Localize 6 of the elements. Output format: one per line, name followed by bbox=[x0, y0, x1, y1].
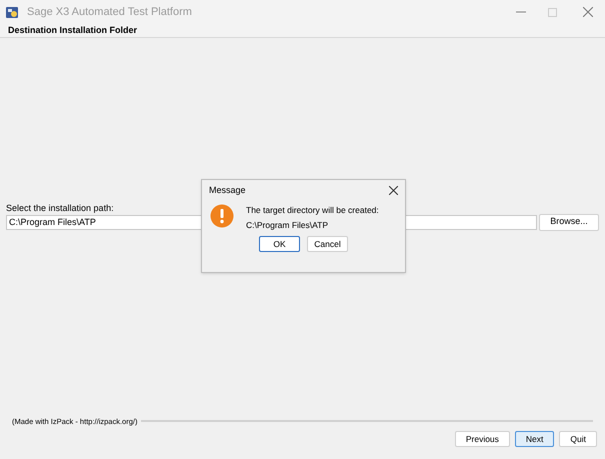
dialog-path: C:\Program Files\ATP bbox=[246, 219, 330, 232]
page-header: Destination Installation Folder bbox=[8, 24, 138, 37]
path-label: Select the installation path: bbox=[6, 202, 114, 214]
window-title: Sage X3 Automated Test Platform bbox=[27, 4, 192, 20]
dialog-title: Message bbox=[209, 184, 246, 197]
dialog-message: The target directory will be created: bbox=[246, 204, 379, 217]
